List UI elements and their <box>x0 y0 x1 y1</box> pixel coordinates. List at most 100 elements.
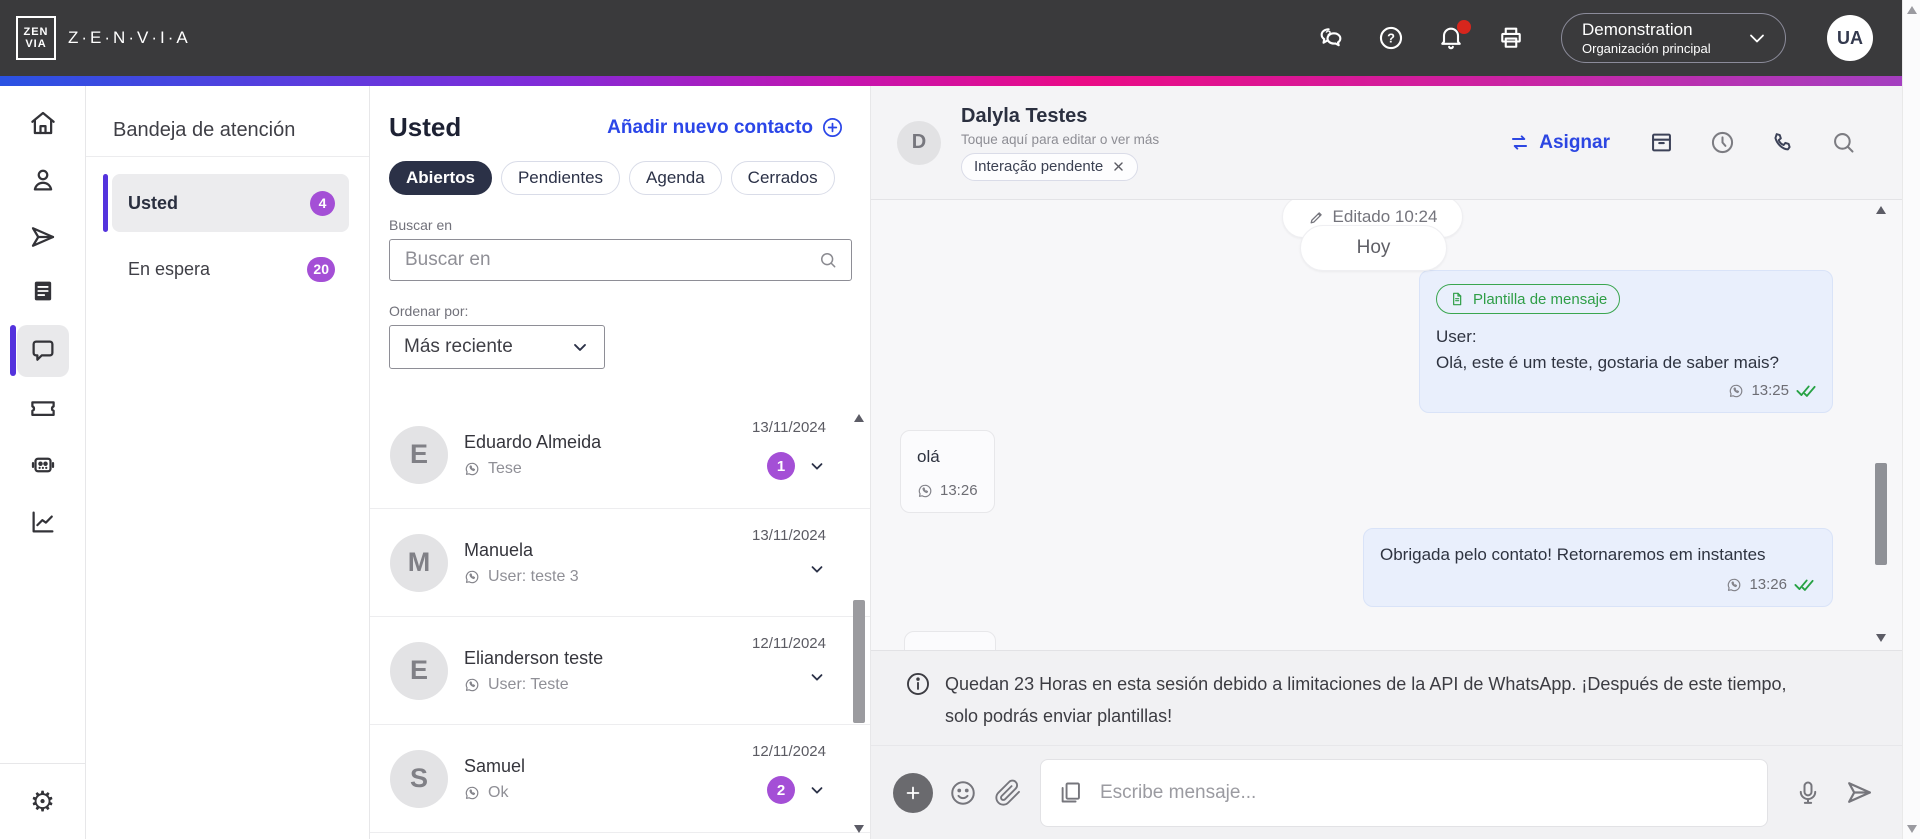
attach-paperclip-icon[interactable] <box>994 779 1022 807</box>
contacts-icon <box>28 165 58 195</box>
search-box <box>389 239 852 281</box>
tab-agenda[interactable]: Agenda <box>629 161 722 195</box>
search-label: Buscar en <box>389 217 453 233</box>
contact-avatar: E <box>390 425 448 484</box>
mic-icon[interactable] <box>1794 779 1822 807</box>
whatsapp-icon <box>917 483 933 499</box>
nav-item-bot[interactable] <box>0 436 85 493</box>
nav-item-chat[interactable] <box>0 322 85 379</box>
contact-last-message: User: teste 3 <box>488 567 579 585</box>
main-column: ZEN VIA Z·E·N·V·I·A ? ? Demonstration Or… <box>0 0 1902 839</box>
emoji-icon[interactable] <box>948 778 978 808</box>
contact-info: Elianderson teste User: Teste <box>464 648 603 694</box>
scrollbar-thumb[interactable] <box>853 600 865 723</box>
chat-contact-meta[interactable]: Dalyla Testes Toque aquí para editar o v… <box>961 105 1159 181</box>
search-chat-icon[interactable] <box>1830 129 1857 156</box>
history-clock-icon[interactable] <box>1709 129 1736 156</box>
notifications-icon[interactable] <box>1437 20 1471 52</box>
nav-item-home[interactable] <box>0 94 85 151</box>
inbox-item-label: En espera <box>128 258 211 279</box>
list-header: Usted Añadir nuevo contacto <box>389 112 844 143</box>
inbox-header: Bandeja de atención <box>86 86 369 157</box>
inbox-item-label: Usted <box>128 192 179 213</box>
search-icon <box>818 250 838 270</box>
logo-line-bottom: VIA <box>25 38 47 50</box>
chat-scrollbar[interactable] <box>1872 200 1890 650</box>
notification-dot <box>1457 20 1471 34</box>
assign-button[interactable]: Asignar <box>1509 132 1610 154</box>
nav-item-contacts[interactable] <box>0 151 85 208</box>
contact-row[interactable]: S Samuel Ok 12/11/2024 2 <box>370 725 870 833</box>
edited-label: Editado 10:24 <box>1332 207 1438 226</box>
whatsapp-icon <box>1726 577 1742 593</box>
tab-pendientes[interactable]: Pendientes <box>500 161 621 195</box>
whatsapp-icon <box>464 461 480 477</box>
inbox-item-en-espera[interactable]: En espera 20 <box>112 250 349 288</box>
assign-label: Asignar <box>1539 131 1610 153</box>
page-scrollbar[interactable] <box>1902 0 1920 839</box>
contact-list-panel: Usted Añadir nuevo contacto Abiertos Pen… <box>370 86 871 839</box>
nav-item-send[interactable] <box>0 208 85 265</box>
expand-chevron-icon[interactable] <box>808 457 826 475</box>
count-badge: 20 <box>307 256 335 282</box>
chat-help-icon[interactable]: ? <box>1317 24 1345 52</box>
close-icon[interactable] <box>1112 160 1125 173</box>
scrollbar-thumb[interactable] <box>1875 463 1887 565</box>
contact-avatar: E <box>390 641 448 700</box>
chevron-down-icon <box>1745 26 1769 50</box>
user-avatar[interactable]: UA <box>1827 15 1873 61</box>
nav-item-tickets[interactable] <box>0 379 85 436</box>
warning-line-1: Quedan 23 Horas en esta sesión debido a … <box>945 674 1787 694</box>
contact-avatar: S <box>390 749 448 808</box>
composer <box>871 745 1902 839</box>
send-message-icon[interactable] <box>1844 777 1875 808</box>
expand-chevron-icon[interactable] <box>808 781 826 799</box>
warning-line-2: solo podrás enviar plantillas! <box>945 706 1173 726</box>
message-input[interactable] <box>1098 780 1751 805</box>
add-action-button[interactable] <box>893 772 933 813</box>
template-picker-icon[interactable] <box>1057 779 1084 806</box>
top-bar: ZEN VIA Z·E·N·V·I·A ? ? Demonstration Or… <box>0 0 1902 76</box>
org-switcher[interactable]: Demonstration Organización principal <box>1561 13 1786 63</box>
inbox-panel: Bandeja de atención Usted 4 En espera 20 <box>86 86 370 839</box>
archive-icon[interactable] <box>1648 129 1675 156</box>
message-bubble-outgoing: Obrigada pelo contato! Retornaremos em i… <box>1363 528 1833 607</box>
interaction-tag[interactable]: Interação pendente <box>961 152 1139 181</box>
expand-chevron-icon[interactable] <box>808 560 826 578</box>
add-contact-button[interactable]: Añadir nuevo contacto <box>607 116 844 139</box>
list-scrollbar[interactable] <box>850 410 868 839</box>
search-input[interactable] <box>403 248 818 272</box>
nav-item-news[interactable] <box>0 265 85 322</box>
scroll-down-arrow[interactable] <box>854 825 864 833</box>
contact-date: 13/11/2024 <box>752 419 826 436</box>
org-name: Demonstration <box>1582 20 1693 40</box>
tab-abiertos[interactable]: Abiertos <box>389 161 492 195</box>
message-meta: 13:26 <box>1380 576 1814 593</box>
sort-select[interactable]: Más reciente <box>389 325 605 369</box>
message-bubble-outgoing: Plantilla de mensaje User: Olá, este é u… <box>1419 270 1833 413</box>
scroll-up-arrow[interactable] <box>854 414 864 422</box>
help-icon[interactable]: ? <box>1377 24 1405 52</box>
message-text: Olá, este é um teste, gostaria de saber … <box>1436 353 1780 372</box>
contact-row[interactable]: E Eduardo Almeida Tese 13/11/2024 1 <box>370 401 870 509</box>
contact-row[interactable]: M Manuela User: teste 3 13/11/2024 <box>370 509 870 617</box>
info-icon <box>904 670 932 745</box>
message-text: olá <box>917 447 940 466</box>
call-phone-icon[interactable] <box>1770 130 1796 156</box>
interaction-tag-label: Interação pendente <box>974 158 1104 175</box>
sort-label: Ordenar por: <box>389 303 469 319</box>
scroll-down-arrow[interactable] <box>1906 825 1917 833</box>
settings-button[interactable]: ⚙ <box>0 763 85 839</box>
print-icon[interactable] <box>1497 24 1525 52</box>
transfer-icon <box>1509 132 1530 153</box>
nav-item-reports[interactable] <box>0 493 85 550</box>
scroll-up-arrow[interactable] <box>1906 6 1917 14</box>
brand-text: Z·E·N·V·I·A <box>68 28 191 47</box>
expand-chevron-icon[interactable] <box>808 668 826 686</box>
contact-row[interactable]: E Elianderson teste User: Teste 12/11/20… <box>370 617 870 725</box>
tab-cerrados[interactable]: Cerrados <box>730 161 835 195</box>
inbox-item-usted[interactable]: Usted 4 <box>103 174 349 232</box>
scroll-down-arrow[interactable] <box>1876 634 1886 642</box>
contact-last-message-row: Tese <box>464 460 601 478</box>
scroll-up-arrow[interactable] <box>1876 206 1886 214</box>
